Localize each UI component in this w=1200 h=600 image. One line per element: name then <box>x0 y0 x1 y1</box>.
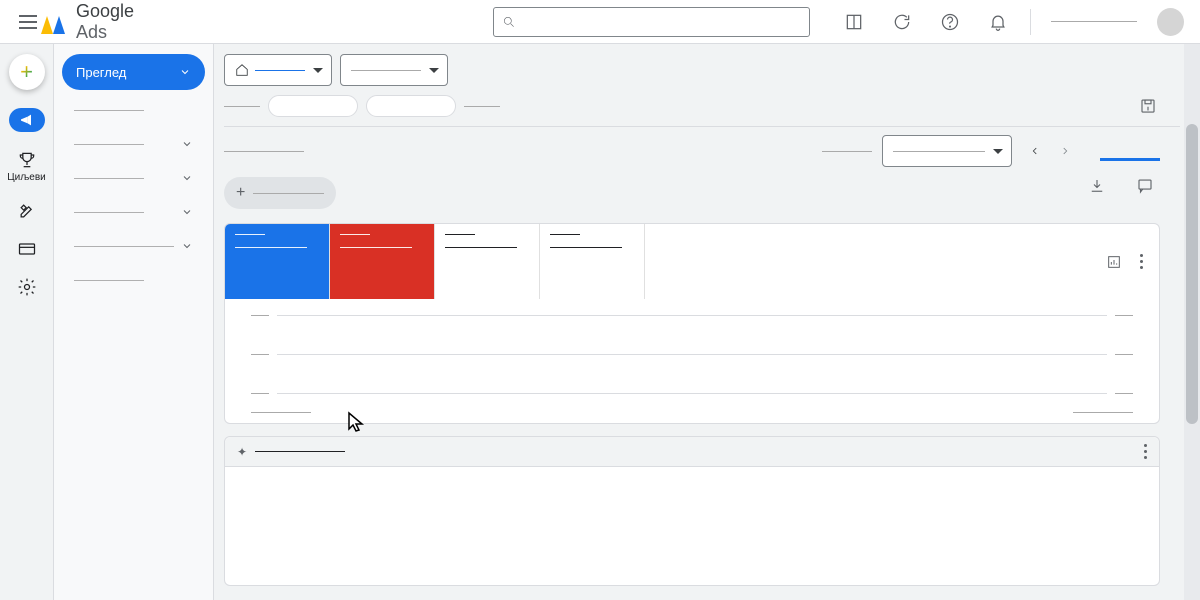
metric-tiles <box>225 224 1159 299</box>
filter-chip[interactable] <box>268 95 358 117</box>
chart-gridline <box>251 354 1133 355</box>
card-icon <box>17 239 37 259</box>
sidebar-overview[interactable]: Преглед <box>62 54 205 90</box>
avatar[interactable] <box>1157 8 1184 36</box>
sidebar: Преглед <box>54 44 214 600</box>
help-icon[interactable] <box>938 10 962 34</box>
metric-tile[interactable] <box>540 224 645 299</box>
chevron-down-icon <box>179 66 191 78</box>
goals-rail-item[interactable]: Циљеви <box>7 150 47 183</box>
megaphone-icon <box>19 112 35 128</box>
notifications-icon[interactable] <box>986 10 1010 34</box>
campaigns-rail-item[interactable] <box>9 108 45 132</box>
chevron-down-icon <box>181 138 193 150</box>
sidebar-item[interactable] <box>62 198 205 226</box>
divider <box>1030 9 1031 35</box>
refresh-icon[interactable] <box>890 10 914 34</box>
create-button[interactable]: + <box>9 54 45 90</box>
scrollbar[interactable] <box>1184 44 1200 600</box>
header-actions <box>842 10 1010 34</box>
filter-chip[interactable] <box>366 95 456 117</box>
expand-chart-icon[interactable] <box>1106 254 1122 270</box>
chevron-down-icon <box>181 172 193 184</box>
more-menu-icon[interactable] <box>1144 444 1147 459</box>
filter-label <box>224 106 260 107</box>
account-name[interactable] <box>1051 21 1137 22</box>
divider <box>224 126 1180 127</box>
insights-header: ✦ <box>225 437 1159 467</box>
scope-controls <box>224 54 1180 86</box>
feedback-icon[interactable] <box>1136 177 1154 200</box>
admin-rail-item[interactable] <box>7 277 47 297</box>
goals-label: Циљеви <box>7 172 46 183</box>
header: Google Ads <box>0 0 1200 44</box>
metrics-card <box>224 223 1160 424</box>
card-actions <box>1088 177 1180 200</box>
content: + <box>214 44 1180 600</box>
metric-tile[interactable] <box>435 224 540 299</box>
campaign-select[interactable] <box>340 54 448 86</box>
main: + <box>214 44 1200 600</box>
sparkle-icon: ✦ <box>237 445 247 459</box>
app-title: Google Ads <box>76 1 165 43</box>
sidebar-item[interactable] <box>62 266 205 294</box>
sidebar-item[interactable] <box>62 164 205 192</box>
hamburger-menu-icon[interactable] <box>16 10 39 34</box>
date-range-select[interactable] <box>882 135 1012 167</box>
gear-icon <box>17 277 37 297</box>
home-icon <box>235 63 249 77</box>
metric-tile[interactable] <box>225 224 330 299</box>
plus-icon: + <box>236 184 245 202</box>
insights-title <box>255 451 345 452</box>
download-icon[interactable] <box>1088 177 1106 200</box>
date-label <box>822 151 872 152</box>
scroll-thumb[interactable] <box>1186 124 1198 424</box>
appearance-icon[interactable] <box>842 10 866 34</box>
metric-tile[interactable] <box>330 224 435 299</box>
date-paging <box>1022 136 1078 166</box>
filter-chips-row <box>224 94 1180 118</box>
add-card-button[interactable]: + <box>224 177 336 209</box>
tools-icon <box>17 201 37 221</box>
sidebar-item[interactable] <box>62 96 205 124</box>
save-icon[interactable] <box>1136 94 1160 118</box>
search-input[interactable] <box>493 7 810 37</box>
chevron-down-icon <box>181 206 193 218</box>
chart-gridline <box>251 315 1133 316</box>
chart-gridline <box>251 393 1133 394</box>
more-menu-icon[interactable] <box>1140 254 1143 269</box>
filter-label <box>464 106 500 107</box>
tools-rail-item[interactable] <box>7 201 47 221</box>
trophy-icon <box>17 150 37 170</box>
nav-rail: + Циљеви <box>0 44 54 600</box>
prev-button[interactable] <box>1022 136 1048 166</box>
sidebar-item[interactable] <box>62 232 205 260</box>
chart-body <box>225 299 1159 412</box>
insights-card: ✦ <box>224 436 1160 586</box>
toolbar-row <box>224 135 1180 167</box>
active-tab-underline[interactable] <box>1100 142 1160 161</box>
app-logo[interactable]: Google Ads <box>47 1 165 43</box>
chevron-down-icon <box>181 240 193 252</box>
section-title <box>224 151 304 152</box>
search-icon <box>502 15 516 29</box>
next-button[interactable] <box>1052 136 1078 166</box>
search-container <box>493 7 810 37</box>
billing-rail-item[interactable] <box>7 239 47 259</box>
account-select[interactable] <box>224 54 332 86</box>
sidebar-overview-label: Преглед <box>76 65 126 80</box>
cursor-icon <box>345 410 369 434</box>
ads-logo-icon <box>47 10 70 34</box>
sidebar-item[interactable] <box>62 130 205 158</box>
